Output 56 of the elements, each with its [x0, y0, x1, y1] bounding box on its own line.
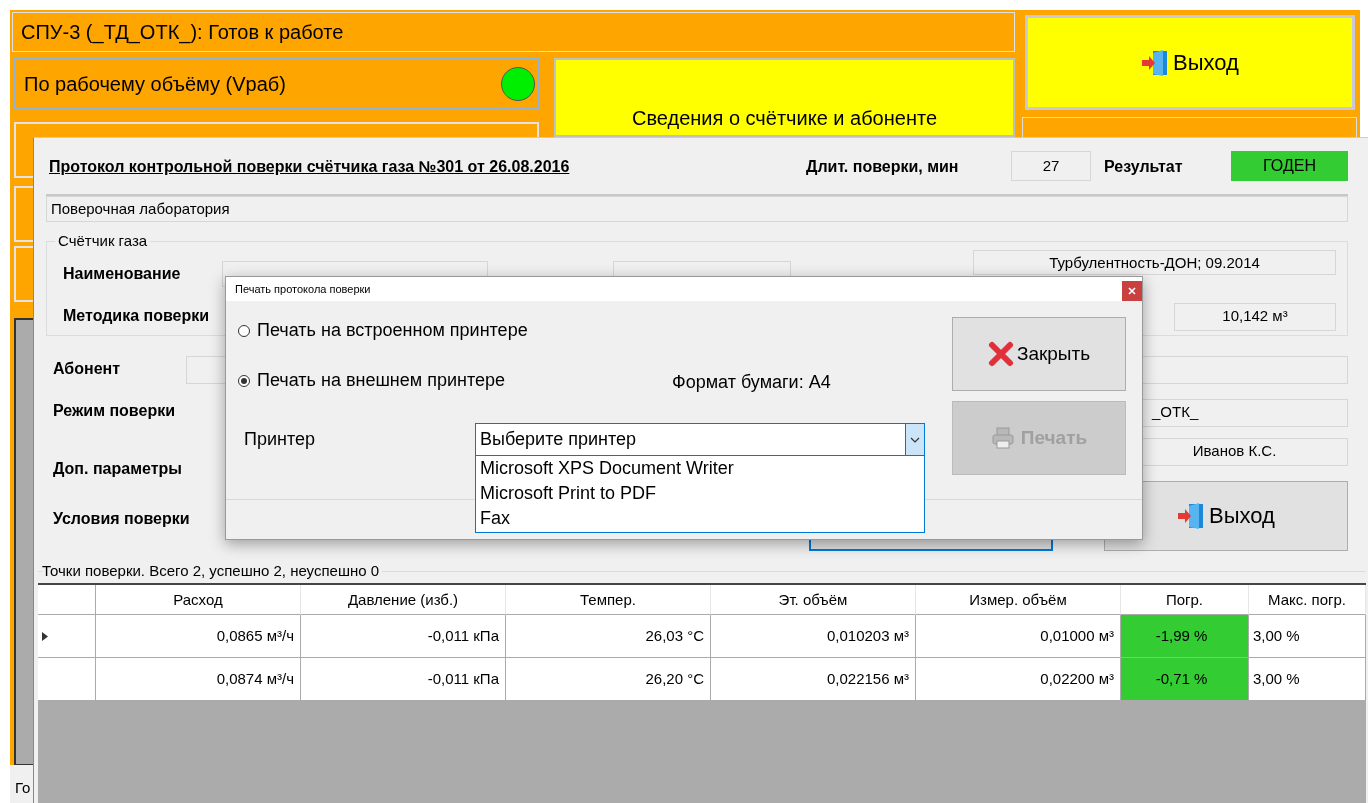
printer-dropdown[interactable]: Выберите принтер [475, 423, 925, 456]
column-header: Измер. объём [916, 585, 1121, 615]
column-header: Эт. объём [711, 585, 916, 615]
duration-field: 27 [1011, 151, 1091, 181]
dialog-title: Печать протокола поверки [235, 283, 371, 295]
info-button[interactable]: Сведения о счётчике и абоненте [554, 58, 1015, 137]
close-icon [1128, 287, 1136, 295]
table-cell: 0,02200 м³ [916, 658, 1121, 701]
table-cell: 3,00 % [1249, 615, 1366, 658]
table-cell: 0,022156 м³ [711, 658, 916, 701]
radio-button[interactable]: Печать на встроенном принтере [238, 320, 528, 341]
status-title: СПУ-3 (_ТД_ОТК_): Готов к работе [12, 12, 1015, 52]
dropdown-option[interactable]: Microsoft XPS Document Writer [480, 456, 920, 481]
close-dialog-button[interactable]: Закрыть [952, 317, 1126, 391]
mode-label: Режим поверки [53, 402, 175, 420]
dropdown-option[interactable]: Microsoft Print to PDF [480, 481, 920, 506]
table-cell: 0,0874 м³/ч [96, 658, 301, 701]
paper-format-label: Формат бумаги: A4 [672, 372, 831, 393]
name-label: Наименование [63, 265, 181, 283]
table-cell: 0,0865 м³/ч [96, 615, 301, 658]
result-label: Результат [1104, 158, 1183, 176]
column-header: Погр. [1121, 585, 1249, 615]
radio-button[interactable]: Печать на внешнем принтере [238, 370, 506, 391]
table-cell: 0,01000 м³ [916, 615, 1121, 658]
table-cell: -0,71 % [1121, 658, 1249, 701]
table-cell: 0,010203 м³ [711, 615, 916, 658]
lab-field: Поверочная лаборатория [46, 196, 1348, 222]
table-cell: -0,011 кПа [301, 658, 506, 701]
exit-button[interactable]: Выход [1025, 15, 1355, 110]
table-cell: 26,03 °C [506, 615, 711, 658]
column-header: Макс. погр. [1249, 585, 1366, 615]
mode-button[interactable]: По рабочему объёму (Vраб) [14, 58, 539, 110]
method-label: Методика поверки [63, 307, 210, 325]
dropdown-option[interactable]: Fax [480, 506, 920, 531]
row-header[interactable] [38, 658, 96, 701]
cross-icon [987, 341, 1014, 367]
chevron-down-icon [910, 436, 920, 443]
column-header: Расход [96, 585, 301, 615]
table-cell: 26,20 °C [506, 658, 711, 701]
printer-icon [990, 426, 1015, 450]
table-cell: -0,011 кПа [301, 615, 506, 658]
protocol-title: Протокол контрольной поверки счётчика газа №301 от 26.08.2016 [49, 158, 570, 176]
result-badge: ГОДЕН [1231, 151, 1348, 181]
column-header: Темпер. [506, 585, 711, 615]
volume-field[interactable]: 10,142 м³ [1174, 303, 1336, 331]
close-button[interactable] [1122, 281, 1142, 301]
conditions-label: Условия поверки [53, 510, 190, 528]
duration-label: Длит. поверки, мин [806, 158, 959, 176]
extra-label: Доп. параметры [53, 460, 182, 478]
column-header: Давление (изб.) [301, 585, 506, 615]
printer-label: Принтер [244, 429, 315, 450]
row-header[interactable] [38, 615, 96, 658]
subscriber-label: Абонент [53, 360, 121, 378]
manufacturer-field[interactable]: Турбулентность-ДОН; 09.2014 [973, 250, 1336, 275]
table-cell: 3,00 % [1249, 658, 1366, 701]
table-cell: -1,99 % [1121, 615, 1249, 658]
